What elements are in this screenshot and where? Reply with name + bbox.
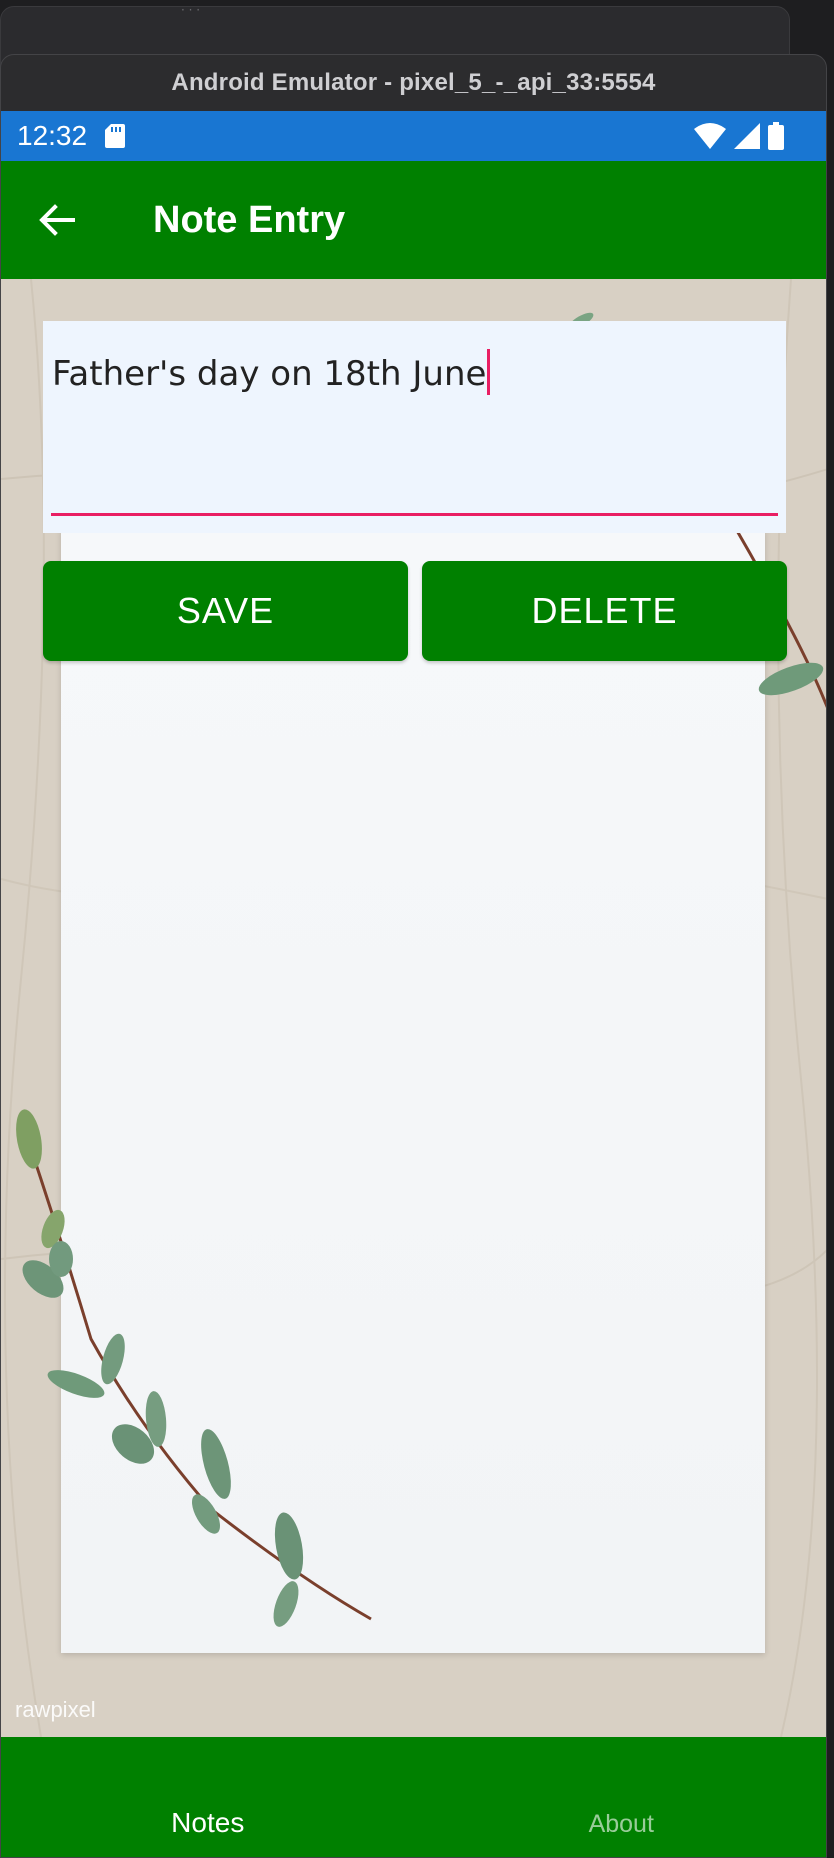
note-editor[interactable]: Father's day on 18th June [43,321,786,533]
status-time: 12:32 [17,120,88,151]
emulator-title: Android Emulator - pixel_5_-_api_33:5554 [171,69,656,96]
note-editor-text[interactable]: Father's day on 18th June [52,349,491,395]
arrow-left-icon [39,204,75,236]
tab-notes-label: Notes [171,1807,245,1838]
note-editor-value: Father's day on 18th June [52,354,487,394]
tab-about-label: About [588,1810,654,1838]
phone-screen: 12:32 Note Entry rawpixel Father's day o… [1,111,827,1857]
emulator-window: Android Emulator - pixel_5_-_api_33:5554… [0,54,827,1858]
note-entry-content: rawpixel Father's day on 18th June SAVE … [1,279,826,1737]
delete-button[interactable]: DELETE [422,561,787,661]
status-icons [694,122,784,150]
page-title: Note Entry [153,198,346,241]
wifi-icon [694,123,726,149]
save-button[interactable]: SAVE [43,561,408,661]
tab-about[interactable]: About [415,1737,827,1857]
back-button[interactable] [1,161,121,279]
status-bar: 12:32 [1,111,826,161]
bottom-tab-bar: Notes About [1,1737,827,1857]
background-window-fragment: · · · [181,3,201,17]
text-cursor [487,349,491,395]
battery-icon [768,122,784,150]
sd-card-icon [105,124,126,148]
editor-focus-underline [51,513,778,516]
tab-notes[interactable]: Notes [1,1737,415,1857]
app-bar: Note Entry [1,161,826,279]
watermark-text: rawpixel [15,1697,96,1722]
signal-icon [734,123,760,149]
